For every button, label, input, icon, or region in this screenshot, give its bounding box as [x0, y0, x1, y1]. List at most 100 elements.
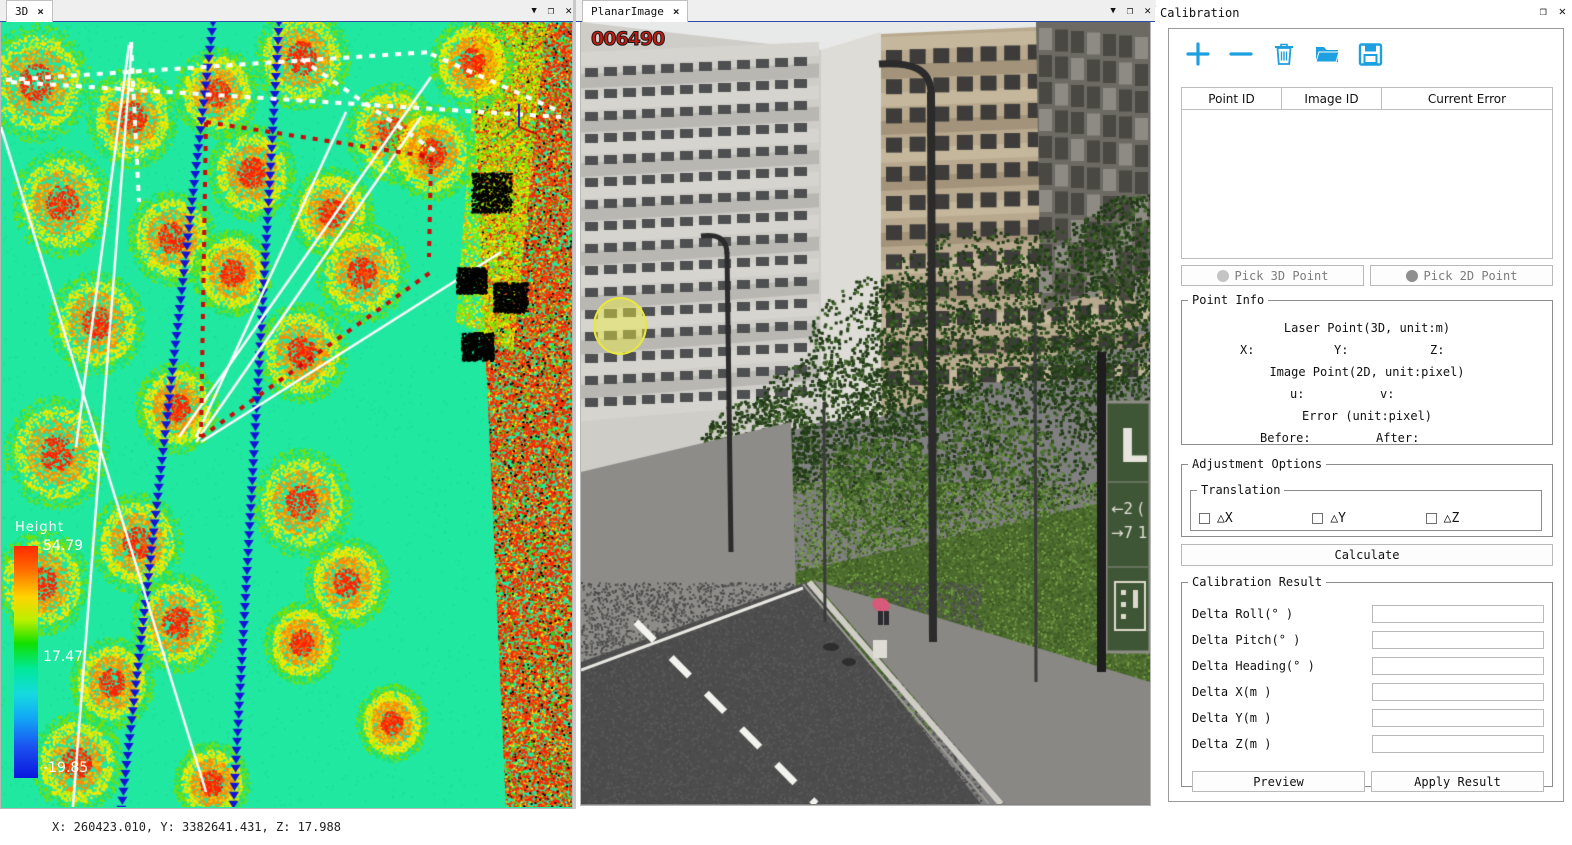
dock-planar-image: PlanarImage × ▼ ❐ ✕ 006490	[576, 0, 1155, 809]
delta-z-input[interactable]	[1372, 735, 1544, 753]
save-icon[interactable]	[1355, 39, 1385, 69]
checkbox-delta-x-box[interactable]	[1199, 513, 1210, 524]
delta-z-label: Delta Z(m )	[1192, 737, 1272, 751]
delta-y-input[interactable]	[1372, 709, 1544, 727]
adjustment-options-legend: Adjustment Options	[1192, 457, 1323, 471]
calibration-panel-controls: ❐ ✕	[1540, 4, 1566, 18]
delta-pitch-label: Delta Pitch(° )	[1192, 633, 1301, 647]
result-row-delta-roll: Delta Roll(° )	[1192, 603, 1544, 625]
checkbox-delta-y[interactable]: △Y	[1312, 511, 1425, 526]
pick-2d-status-icon	[1405, 269, 1418, 282]
error-header: Error (unit:pixel)	[1301, 409, 1433, 423]
error-before-label: Before:	[1260, 431, 1311, 445]
column-header-point-id[interactable]: Point ID	[1182, 88, 1282, 110]
result-row-delta-z: Delta Z(m )	[1192, 733, 1544, 755]
chevron-down-icon[interactable]: ▼	[1110, 2, 1115, 20]
remove-point-icon[interactable]	[1226, 39, 1256, 69]
point-info-group: Point Info Laser Point(3D, unit:m) X: Y:…	[1181, 293, 1553, 445]
image-v-label: v:	[1380, 387, 1395, 401]
table-header-row: Point ID Image ID Current Error	[1182, 88, 1552, 110]
picked-2d-point-marker[interactable]	[593, 297, 647, 355]
laser-point-header: Laser Point(3D, unit:m)	[1283, 321, 1451, 335]
chevron-down-icon[interactable]: ▼	[531, 2, 536, 20]
legend-max-value: 54.79	[43, 538, 84, 554]
legend-title: Height	[15, 520, 64, 535]
restore-icon[interactable]: ❐	[1127, 2, 1134, 20]
calculate-button[interactable]: Calculate	[1181, 544, 1553, 566]
result-row-delta-x: Delta X(m )	[1192, 681, 1544, 703]
translation-checkbox-row: △X △Y △Z	[1199, 511, 1539, 526]
translation-group: Translation △X △Y △Z	[1190, 483, 1542, 531]
laser-x-label: X:	[1240, 343, 1255, 357]
checkbox-delta-y-label: △Y	[1330, 511, 1346, 526]
add-point-icon[interactable]	[1183, 39, 1213, 69]
delta-roll-input[interactable]	[1372, 605, 1544, 623]
close-icon[interactable]: ✕	[1559, 4, 1566, 18]
legend-color-ramp	[14, 546, 38, 778]
image-point-header: Image Point(2D, unit:pixel)	[1269, 365, 1465, 379]
checkbox-delta-x-label: △X	[1217, 511, 1233, 526]
error-after-label: After:	[1376, 431, 1420, 445]
delta-x-input[interactable]	[1372, 683, 1544, 701]
restore-icon[interactable]: ❐	[548, 2, 555, 20]
application-window: 3D × ▼ ❐ ✕ Height 54.79 17.47 -19.85 Pla…	[0, 0, 1572, 845]
calibration-result-group: Calibration Result Delta Roll(° ) Delta …	[1181, 575, 1553, 792]
dock-image-controls: ▼ ❐ ✕	[1110, 2, 1151, 20]
planar-image-canvas[interactable]	[581, 22, 1150, 804]
laser-y-label: Y:	[1334, 343, 1349, 357]
calibration-panel: Calibration ❐ ✕ Point ID Image ID Curren…	[1156, 0, 1572, 845]
planar-image-viewport[interactable]: 006490	[580, 22, 1151, 806]
close-icon[interactable]: ✕	[565, 2, 572, 20]
column-header-image-id[interactable]: Image ID	[1282, 88, 1382, 110]
laser-z-label: Z:	[1430, 343, 1445, 357]
delta-heading-input[interactable]	[1372, 657, 1544, 675]
legend-min-value: -19.85	[43, 760, 89, 776]
calibration-points-table[interactable]: Point ID Image ID Current Error	[1181, 87, 1553, 259]
tab-planarimage-label: PlanarImage	[591, 5, 664, 18]
pick-2d-point-button[interactable]: Pick 2D Point	[1370, 265, 1553, 286]
tab-3d-close-icon[interactable]: ×	[37, 5, 44, 18]
pick-buttons-row: Pick 3D Point Pick 2D Point	[1181, 265, 1553, 286]
restore-icon[interactable]: ❐	[1540, 4, 1547, 18]
preview-button[interactable]: Preview	[1192, 771, 1365, 792]
tab-3d[interactable]: 3D ×	[6, 0, 53, 22]
checkbox-delta-y-box[interactable]	[1312, 513, 1324, 524]
status-coordinates: X: 260423.010, Y: 3382641.431, Z: 17.988	[52, 820, 341, 834]
point-info-legend: Point Info	[1192, 293, 1265, 307]
checkbox-delta-z-box[interactable]	[1425, 513, 1437, 524]
pick-3d-status-icon	[1216, 269, 1229, 282]
dock-3d-controls: ▼ ❐ ✕	[531, 2, 572, 20]
delta-pitch-input[interactable]	[1372, 631, 1544, 649]
calibration-result-legend: Calibration Result	[1192, 575, 1323, 589]
tabbar-planar-image: PlanarImage × ▼ ❐ ✕	[576, 0, 1155, 22]
apply-result-button[interactable]: Apply Result	[1371, 771, 1544, 792]
checkbox-delta-z[interactable]: △Z	[1425, 511, 1539, 526]
delta-heading-label: Delta Heading(° )	[1192, 659, 1315, 673]
column-header-current-error[interactable]: Current Error	[1382, 88, 1552, 110]
result-row-delta-y: Delta Y(m )	[1192, 707, 1544, 729]
tabbar-3d: 3D × ▼ ❐ ✕	[0, 0, 576, 22]
delta-roll-label: Delta Roll(° )	[1192, 607, 1294, 621]
height-color-legend: Height 54.79 17.47 -19.85	[9, 520, 101, 786]
result-buttons-row: Preview Apply Result	[1192, 771, 1544, 792]
result-row-delta-heading: Delta Heading(° )	[1192, 655, 1544, 677]
result-row-delta-pitch: Delta Pitch(° )	[1192, 629, 1544, 651]
image-u-label: u:	[1290, 387, 1305, 401]
close-icon[interactable]: ✕	[1144, 2, 1151, 20]
point-cloud-viewport[interactable]: Height 54.79 17.47 -19.85	[0, 22, 573, 809]
calibration-panel-title: Calibration	[1160, 6, 1240, 20]
delta-y-label: Delta Y(m )	[1192, 711, 1272, 725]
open-folder-icon[interactable]	[1312, 39, 1342, 69]
delta-x-label: Delta X(m )	[1192, 685, 1272, 699]
dock-3d-view: 3D × ▼ ❐ ✕ Height 54.79 17.47 -19.85	[0, 0, 576, 809]
tab-planarimage-close-icon[interactable]: ×	[673, 5, 680, 18]
delete-icon[interactable]	[1269, 39, 1299, 69]
tab-planarimage[interactable]: PlanarImage ×	[582, 0, 689, 22]
tab-3d-label: 3D	[15, 5, 29, 18]
pick-2d-point-label: Pick 2D Point	[1423, 268, 1518, 283]
table-body[interactable]	[1182, 110, 1552, 259]
checkbox-delta-z-label: △Z	[1443, 511, 1460, 526]
checkbox-delta-x[interactable]: △X	[1199, 511, 1312, 526]
pick-3d-point-button[interactable]: Pick 3D Point	[1181, 265, 1364, 286]
legend-mid-value: 17.47	[43, 649, 84, 665]
